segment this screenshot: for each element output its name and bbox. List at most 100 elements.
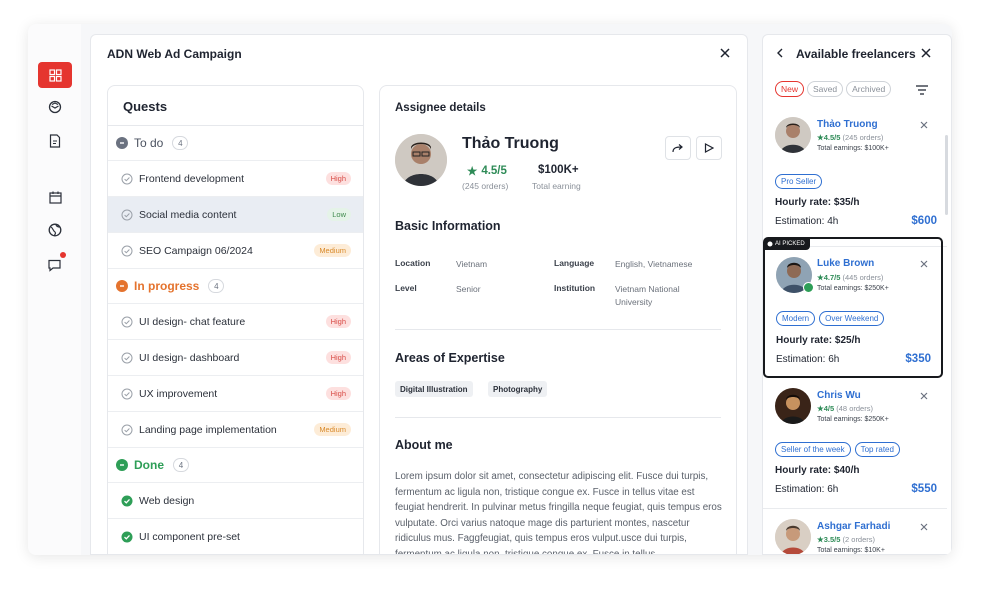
task-row[interactable]: UI design- chat feature High bbox=[108, 304, 363, 340]
messages-nav-button[interactable] bbox=[38, 252, 72, 278]
earning-label: Total earning bbox=[532, 181, 581, 191]
about-text: Lorem ipsum dolor sit amet, consectetur … bbox=[395, 471, 722, 555]
task-row[interactable]: Frontend development High bbox=[108, 161, 363, 197]
star-icon: ★ bbox=[817, 273, 824, 282]
dismiss-button[interactable] bbox=[918, 390, 930, 402]
task-row[interactable]: UI design- dashboard High bbox=[108, 340, 363, 376]
freelancer-card[interactable]: Ashgar Farhadi ★3.5/5 (2 orders) Total e… bbox=[763, 509, 947, 554]
estimation: Estimation: 6h bbox=[776, 354, 839, 365]
send-message-button[interactable] bbox=[696, 136, 722, 160]
estimation-prefix: Estimation: bbox=[775, 484, 828, 495]
freelancer-earnings: Total earnings: $250K+ bbox=[817, 416, 889, 423]
priority-badge: High bbox=[325, 351, 351, 364]
tab-saved[interactable]: Saved bbox=[807, 81, 844, 97]
institution-line: University bbox=[615, 297, 653, 307]
circle-check-icon bbox=[121, 173, 133, 185]
task-label: Frontend development bbox=[139, 172, 245, 185]
close-freelancers-button[interactable] bbox=[919, 46, 933, 60]
dashboard-nav-button[interactable] bbox=[38, 62, 72, 88]
location-value: Vietnam bbox=[456, 259, 488, 269]
close-panel-button[interactable] bbox=[717, 45, 733, 61]
about-title: About me bbox=[395, 438, 453, 452]
dismiss-button[interactable] bbox=[918, 119, 930, 131]
estimation-prefix: Estimation: bbox=[775, 216, 828, 227]
freelancer-filter-tabs: New Saved Archived bbox=[775, 81, 892, 97]
task-label: Landing page implementation bbox=[139, 423, 277, 436]
freelancer-card[interactable]: Thảo Truong ★4.5/5 (245 orders) Total ea… bbox=[763, 107, 947, 247]
freelancer-name[interactable]: Ashgar Farhadi bbox=[817, 521, 890, 532]
dismiss-button[interactable] bbox=[918, 258, 930, 270]
task-row[interactable]: Web design bbox=[108, 483, 363, 519]
share-button[interactable] bbox=[665, 136, 691, 160]
estimation: Estimation: 6h bbox=[775, 484, 838, 495]
assignee-rating: ★ 4.5/5 bbox=[467, 164, 507, 178]
task-row[interactable]: Landing page implementation Medium bbox=[108, 412, 363, 448]
freelancer-card[interactable]: Chris Wu ★4/5 (48 orders) Total earnings… bbox=[763, 378, 947, 509]
filled-check-icon bbox=[121, 531, 133, 543]
divider bbox=[395, 329, 721, 330]
freelancer-card-ai-picked[interactable]: AI PICKED Luke Brown ★4.7/5 (445 orders)… bbox=[763, 237, 943, 378]
layers-icon bbox=[48, 100, 62, 114]
calendar-icon bbox=[48, 191, 62, 204]
filled-check-icon bbox=[121, 495, 133, 507]
campaign-panel: ADN Web Ad Campaign Quests To do 4 Front… bbox=[90, 34, 748, 555]
task-label: SEO Campaign 06/2024 bbox=[139, 244, 253, 257]
star-icon: ★ bbox=[467, 166, 478, 178]
freelancer-badge: Top rated bbox=[854, 442, 900, 457]
level-label: Level bbox=[395, 283, 417, 293]
quests-card: Quests To do 4 Frontend development High… bbox=[107, 85, 364, 554]
group-count: 4 bbox=[208, 279, 225, 293]
tab-archived[interactable]: Archived bbox=[846, 81, 892, 97]
hourly-rate: Hourly rate: $25/h bbox=[776, 335, 860, 346]
quests-title: Quests bbox=[108, 86, 363, 126]
hourly-value: $35/h bbox=[833, 197, 860, 208]
assignee-orders: (245 orders) bbox=[462, 181, 509, 191]
group-header-in-progress[interactable]: In progress 4 bbox=[108, 269, 363, 304]
group-header-done[interactable]: Done 4 bbox=[108, 448, 363, 483]
task-row[interactable]: Social media content Low bbox=[108, 197, 363, 233]
file-icon bbox=[49, 134, 61, 148]
assignee-name: Thảo Truong bbox=[462, 135, 559, 152]
expertise-title: Areas of Expertise bbox=[395, 351, 505, 365]
avatar bbox=[395, 134, 447, 186]
estimation-value: 4h bbox=[827, 216, 839, 227]
freelancer-name[interactable]: Luke Brown bbox=[817, 258, 874, 269]
task-label: Web design bbox=[139, 494, 195, 507]
freelancer-name[interactable]: Chris Wu bbox=[817, 390, 861, 401]
freelancer-rating: ★4/5 (48 orders) bbox=[817, 404, 873, 413]
tab-new[interactable]: New bbox=[775, 81, 805, 97]
institution-value: Vietnam National University bbox=[615, 283, 680, 309]
group-header-todo[interactable]: To do 4 bbox=[108, 126, 363, 161]
task-row[interactable]: UI component pre-set bbox=[108, 519, 363, 554]
task-row[interactable]: UX improvement High bbox=[108, 376, 363, 412]
location-label: Location bbox=[395, 258, 431, 268]
rating-value: 4/5 bbox=[823, 404, 835, 413]
hourly-rate: Hourly rate: $40/h bbox=[775, 465, 859, 476]
circle-check-icon bbox=[121, 316, 133, 328]
sort-button[interactable] bbox=[915, 84, 929, 96]
task-label: UI component pre-set bbox=[139, 530, 240, 543]
freelancer-badge: Over Weekend bbox=[819, 311, 885, 326]
calendar-nav-button[interactable] bbox=[38, 184, 72, 210]
circle-check-icon bbox=[121, 388, 133, 400]
ai-picked-tag: AI PICKED bbox=[764, 238, 810, 250]
priority-badge: Medium bbox=[314, 244, 351, 257]
freelancers-title: Available freelancers bbox=[796, 47, 916, 61]
freelancer-name[interactable]: Thảo Truong bbox=[817, 119, 878, 130]
online-status-icon bbox=[803, 282, 814, 293]
dismiss-button[interactable] bbox=[918, 521, 930, 533]
freelancer-earnings: Total earnings: $100K+ bbox=[817, 145, 889, 152]
priority-badge: High bbox=[325, 172, 351, 185]
task-row[interactable]: SEO Campaign 06/2024 Medium bbox=[108, 233, 363, 269]
back-button[interactable] bbox=[773, 46, 787, 60]
notification-dot bbox=[60, 252, 66, 258]
documents-nav-button[interactable] bbox=[38, 128, 72, 154]
left-rail bbox=[28, 24, 81, 555]
close-icon bbox=[920, 523, 928, 531]
freelancer-price: $550 bbox=[911, 483, 937, 495]
priority-badge: High bbox=[325, 315, 351, 328]
globe-icon bbox=[48, 223, 62, 237]
globe-nav-button[interactable] bbox=[38, 217, 72, 243]
hourly-value: $40/h bbox=[833, 465, 860, 476]
layers-nav-button[interactable] bbox=[38, 94, 72, 120]
